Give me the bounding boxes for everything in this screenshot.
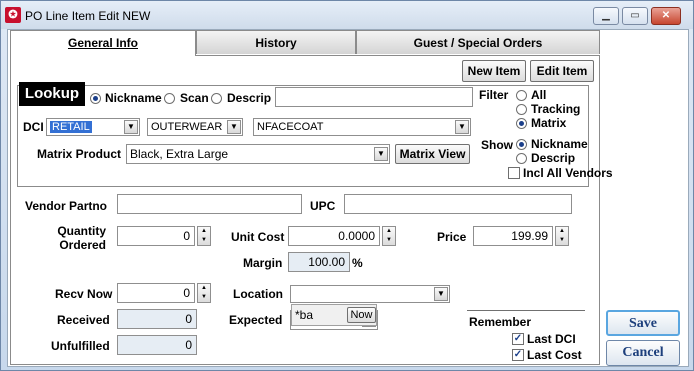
lookup-nickname-radio[interactable] [90, 93, 101, 104]
show-descrip-label: Descrip [531, 151, 576, 165]
new-item-button[interactable]: New Item [462, 60, 526, 82]
tab-label: Guest / Special Orders [413, 36, 543, 50]
dci-label: DCI [23, 120, 44, 134]
unit-cost-stepper[interactable]: ▲ ▼ [382, 226, 396, 246]
margin-unit: % [352, 256, 363, 270]
filter-all-label: All [531, 88, 547, 102]
last-dci-label: Last DCI [527, 332, 576, 346]
app-icon: ✪ [5, 7, 21, 23]
dci-class-select[interactable]: OUTERWEAR ▼ [147, 118, 243, 136]
show-label: Show [481, 138, 513, 152]
margin-value: 100.00 [288, 252, 350, 272]
price-input[interactable]: 199.99 [473, 226, 553, 246]
chevron-down-icon[interactable]: ▼ [434, 287, 448, 301]
expected-label: Expected [229, 313, 283, 327]
recv-now-stepper[interactable]: ▲ ▼ [197, 283, 211, 303]
upc-input[interactable] [344, 194, 572, 214]
lookup-scan-radio[interactable] [164, 93, 175, 104]
incl-all-vendors-checkbox[interactable] [508, 167, 520, 179]
unit-cost-label: Unit Cost [231, 230, 285, 244]
location-select[interactable]: ▼ [290, 285, 450, 303]
filter-matrix-label: Matrix [531, 116, 567, 130]
lookup-descrip-label: Descrip [227, 91, 272, 105]
lookup-scan-label: Scan [180, 91, 209, 105]
incl-all-vendors-label: Incl All Vendors [523, 166, 613, 180]
show-descrip-radio[interactable] [516, 153, 527, 164]
matrix-product-select[interactable]: Black, Extra Large ▼ [126, 144, 390, 164]
upc-label: UPC [310, 199, 336, 213]
dci-class-value: OUTERWEAR [151, 121, 223, 133]
chevron-down-icon[interactable]: ▼ [374, 147, 388, 161]
chevron-down-icon[interactable]: ▼ [455, 120, 469, 134]
unit-cost-input[interactable]: 0.0000 [288, 226, 380, 246]
received-label: Received [57, 313, 110, 327]
margin-label: Margin [243, 256, 283, 270]
minimize-button[interactable]: ▁ [593, 7, 619, 25]
po-line-item-window: ✪ PO Line Item Edit NEW ▁ ▭ ✕ General In… [0, 0, 694, 371]
matrix-view-button[interactable]: Matrix View [395, 144, 470, 164]
show-nickname-radio[interactable] [516, 139, 527, 150]
last-cost-checkbox[interactable]: ✓ [512, 349, 524, 361]
lookup-tag: Lookup [19, 82, 85, 106]
lookup-nickname-label: Nickname [105, 91, 162, 105]
received-value: 0 [117, 309, 197, 329]
unfulfilled-label: Unfulfilled [51, 339, 110, 353]
save-button[interactable]: Save [606, 310, 680, 336]
location-label: Location [233, 287, 283, 301]
tab-history[interactable]: History [196, 30, 356, 54]
lookup-descrip-radio[interactable] [211, 93, 222, 104]
qty-ordered-label-line2: Ordered [59, 238, 106, 252]
dci-item-select[interactable]: NFACECOAT ▼ [253, 118, 471, 136]
recv-now-input[interactable]: 0 [117, 283, 195, 303]
cancel-button[interactable]: Cancel [606, 340, 680, 366]
dci-item-value: NFACECOAT [257, 121, 324, 133]
expected-hint-panel: *ba Now [291, 304, 377, 326]
chevron-down-icon[interactable]: ▼ [124, 120, 138, 134]
remember-label: Remember [469, 315, 532, 329]
vendor-partno-label: Vendor Partno [25, 199, 108, 213]
last-cost-label: Last Cost [527, 348, 582, 362]
maximize-button[interactable]: ▭ [622, 7, 648, 25]
close-button[interactable]: ✕ [651, 7, 681, 25]
filter-tracking-label: Tracking [531, 102, 581, 116]
recv-now-label: Recv Now [55, 287, 113, 301]
tab-general-info[interactable]: General Info [10, 30, 196, 56]
remember-divider [467, 310, 585, 311]
edit-item-button[interactable]: Edit Item [530, 60, 594, 82]
filter-label: Filter [479, 88, 509, 102]
dci-dept-value: RETAIL [50, 121, 92, 133]
matrix-product-label: Matrix Product [37, 147, 122, 161]
qty-ordered-stepper[interactable]: ▲ ▼ [197, 226, 211, 246]
lookup-search-input[interactable] [275, 87, 473, 107]
last-dci-checkbox[interactable]: ✓ [512, 333, 524, 345]
filter-all-radio[interactable] [516, 90, 527, 101]
now-button[interactable]: Now [347, 307, 376, 323]
vendor-partno-input[interactable] [117, 194, 302, 214]
matrix-product-value: Black, Extra Large [130, 147, 229, 161]
window-title: PO Line Item Edit NEW [25, 9, 151, 23]
tab-label: General Info [67, 36, 138, 50]
dci-dept-select[interactable]: RETAIL ▼ [46, 118, 140, 136]
title-bar: ✪ PO Line Item Edit NEW ▁ ▭ ✕ [1, 1, 693, 29]
qty-ordered-label-line1: Quantity [57, 224, 106, 238]
price-stepper[interactable]: ▲ ▼ [555, 226, 569, 246]
filter-matrix-radio[interactable] [516, 118, 527, 129]
unfulfilled-value: 0 [117, 335, 197, 355]
tab-label: History [255, 36, 297, 50]
show-nickname-label: Nickname [531, 137, 588, 151]
price-label: Price [437, 230, 467, 244]
qty-ordered-input[interactable]: 0 [117, 226, 195, 246]
filter-tracking-radio[interactable] [516, 104, 527, 115]
tab-guest-special-orders[interactable]: Guest / Special Orders [356, 30, 600, 54]
chevron-down-icon[interactable]: ▼ [227, 120, 241, 134]
expected-hint-text: *ba [295, 308, 314, 322]
client-area: General Info History Guest / Special Ord… [7, 29, 689, 367]
